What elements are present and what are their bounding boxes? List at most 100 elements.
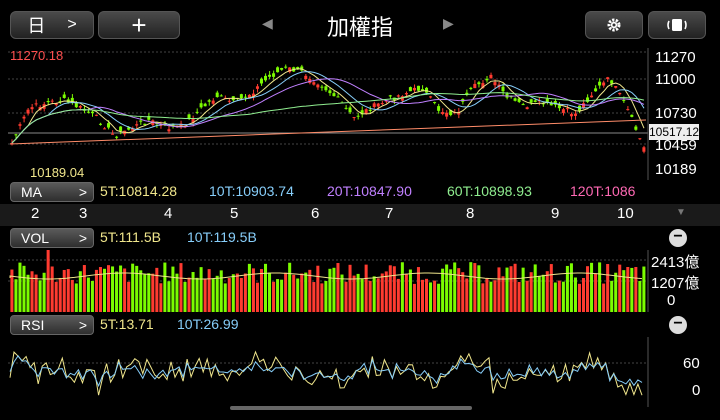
- volume-bar: [22, 265, 26, 312]
- candle-body: [139, 120, 143, 122]
- ma-line: [9, 119, 647, 145]
- candle-body: [284, 66, 288, 68]
- candle-body: [187, 114, 191, 119]
- vol-label: VOL: [21, 230, 50, 246]
- candle-body: [606, 77, 610, 80]
- volume-bar: [115, 271, 119, 312]
- ma-item: 10T:10903.74: [209, 183, 294, 199]
- candle-body: [396, 95, 400, 97]
- month-label: 3: [79, 205, 88, 222]
- volume-bar: [324, 280, 328, 312]
- volume-bar: [525, 280, 529, 312]
- rsi-button[interactable]: RSI >: [10, 315, 94, 335]
- volume-bar: [340, 274, 344, 312]
- volume-bar: [255, 282, 259, 312]
- volume-bar: [143, 274, 147, 312]
- candle-body: [501, 86, 505, 92]
- volume-bar: [348, 264, 352, 312]
- remove-vol-button[interactable]: −: [669, 229, 687, 247]
- volume-bar: [199, 267, 203, 312]
- volume-bar: [445, 264, 449, 312]
- candle-body: [352, 117, 356, 119]
- volume-bar: [14, 279, 18, 312]
- volume-bar: [461, 272, 465, 312]
- candle-body: [590, 95, 594, 98]
- volume-bar: [501, 276, 505, 312]
- volume-chart[interactable]: [0, 250, 720, 312]
- candle-body: [521, 104, 525, 106]
- volume-bar: [404, 273, 408, 312]
- volume-bar: [336, 263, 340, 312]
- volume-bar: [82, 265, 86, 312]
- collapse-icon[interactable]: ▼: [676, 207, 686, 218]
- candle-body: [207, 100, 211, 102]
- rotate-button[interactable]: [648, 11, 706, 39]
- page-title: 加權指: [326, 15, 393, 40]
- candle-body: [429, 96, 433, 98]
- candle-body: [336, 96, 340, 98]
- volume-bar: [78, 271, 82, 312]
- period-button[interactable]: 日 >: [10, 11, 94, 39]
- candle-body: [94, 114, 98, 116]
- candle-body: [469, 87, 473, 89]
- price-axis-label: 10730: [655, 105, 697, 122]
- vol-axis-label: 1207億: [651, 275, 700, 292]
- candle-body: [46, 101, 50, 103]
- month-label: 4: [164, 205, 173, 222]
- chevron-right-icon: >: [78, 317, 87, 333]
- volume-bar: [364, 264, 368, 312]
- ma-button[interactable]: MA >: [10, 182, 94, 202]
- horizontal-scrollbar[interactable]: [230, 406, 472, 410]
- candle-body: [376, 103, 380, 107]
- vol-axis-label: 0: [667, 292, 676, 309]
- volume-bar: [372, 276, 376, 312]
- volume-bar: [400, 262, 404, 312]
- rsi-chart[interactable]: [0, 337, 720, 407]
- volume-bar: [634, 266, 638, 312]
- ma-line: [11, 92, 645, 144]
- next-arrow-icon[interactable]: ▶: [443, 15, 454, 32]
- volume-bar: [280, 279, 284, 312]
- volume-bar: [441, 268, 445, 312]
- candle-body: [614, 86, 618, 88]
- volume-bar: [292, 274, 296, 312]
- candle-body: [268, 74, 272, 77]
- volume-bar: [626, 266, 630, 312]
- volume-bar: [489, 281, 493, 312]
- volume-bar: [368, 280, 372, 312]
- candle-body: [364, 109, 368, 114]
- candle-body: [473, 83, 477, 89]
- price-axis-label: 10189: [655, 161, 697, 178]
- volume-bar: [590, 262, 594, 312]
- candle-body: [102, 128, 107, 130]
- month-label: 6: [311, 205, 320, 222]
- volume-bar: [215, 275, 219, 312]
- volume-bar: [642, 266, 646, 312]
- candle-body: [115, 136, 119, 138]
- volume-bar: [46, 250, 50, 312]
- candle-body: [203, 103, 207, 107]
- candle-body: [143, 123, 147, 125]
- month-label: 8: [466, 205, 475, 222]
- remove-rsi-button[interactable]: −: [669, 316, 687, 334]
- high-price-marker: 11270.18: [10, 48, 64, 63]
- volume-bar: [437, 283, 441, 312]
- volume-bar: [493, 280, 497, 312]
- candle-body: [62, 94, 66, 98]
- vol-button[interactable]: VOL >: [10, 228, 94, 248]
- volume-bar: [380, 273, 384, 312]
- add-button[interactable]: +: [98, 10, 180, 40]
- volume-bar: [356, 273, 360, 312]
- prev-arrow-icon[interactable]: ◀: [262, 15, 273, 32]
- settings-button[interactable]: [585, 11, 643, 39]
- candle-body: [610, 80, 614, 84]
- volume-bar: [517, 281, 521, 312]
- candle-body: [50, 100, 54, 102]
- volume-bar: [469, 262, 473, 312]
- candle-body: [199, 103, 203, 108]
- price-chart[interactable]: [0, 48, 720, 180]
- candle-body: [135, 124, 139, 126]
- candle-body: [312, 82, 316, 85]
- candle-body: [26, 109, 30, 114]
- volume-bar: [243, 273, 247, 312]
